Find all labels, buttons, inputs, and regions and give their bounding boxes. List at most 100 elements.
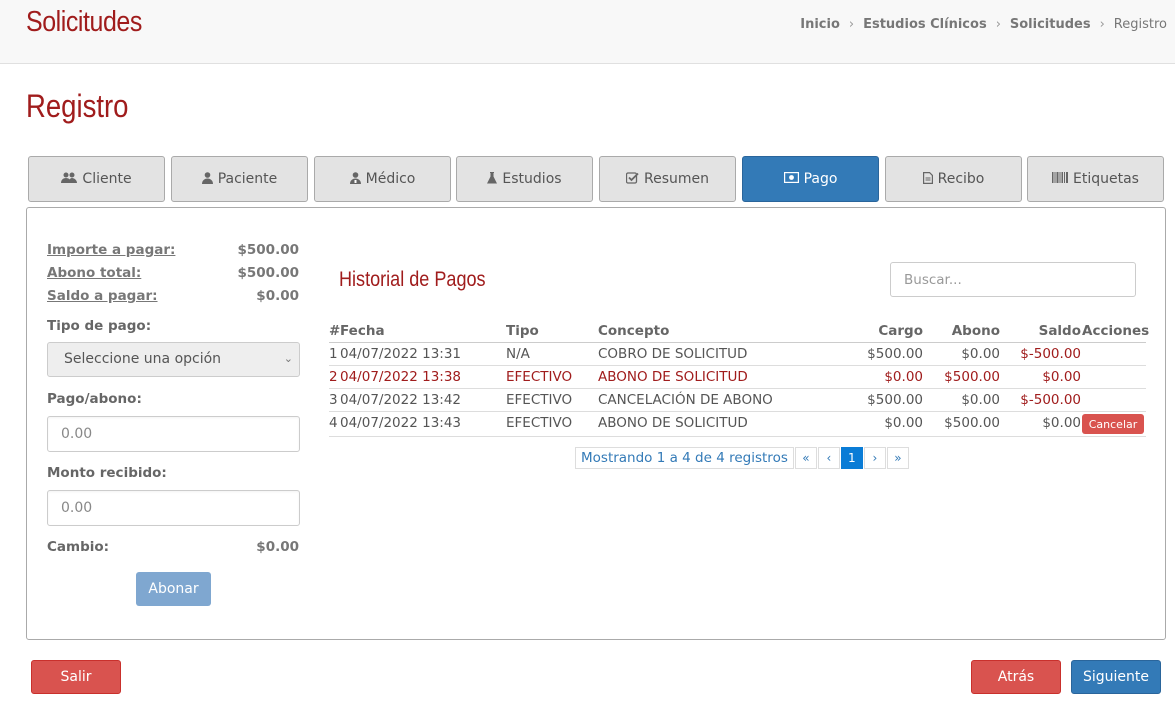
tipo-pago-label: Tipo de pago: [47,318,152,334]
cell-concepto: ABONO DE SOLICITUD [598,369,748,385]
cell-cargo: $500.00 [867,392,923,408]
breadcrumb-separator: › [995,17,1001,32]
col-acciones: Acciones [1082,323,1150,339]
cell-saldo: $0.00 [1042,369,1081,385]
monto-recibido-label: Monto recibido: [47,465,167,481]
pago-abono-label: Pago/abono: [47,391,142,407]
cell-abono: $0.00 [961,392,1000,408]
tab-pago[interactable]: Pago [742,156,879,202]
tab-etiquetas[interactable]: Etiquetas [1027,156,1164,202]
money-icon [783,172,799,186]
saldo-label: Saldo a pagar: [47,288,158,304]
tab-cliente[interactable]: Cliente [28,156,165,202]
last-page-button[interactable]: » [886,447,909,469]
tab-label: Médico [365,171,416,187]
flask-icon [487,171,498,187]
cell-tipo: N/A [506,346,530,362]
col-abono[interactable]: Abono [952,323,1000,339]
monto-recibido-value: 0.00 [61,500,93,516]
pagination: Mostrando 1 a 4 de 4 registros « ‹ 1 › » [575,447,909,469]
tipo-pago-select[interactable]: Seleccione una opción ⌄ [47,342,300,377]
users-icon [61,172,78,187]
breadcrumb-separator: › [1099,17,1105,32]
cell-cargo: $0.00 [884,369,923,385]
table-row: 1 04/07/2022 13:31 N/A COBRO DE SOLICITU… [329,343,1146,366]
abono-total-label: Abono total: [47,265,142,281]
col-cargo[interactable]: Cargo [878,323,923,339]
breadcrumb-inicio[interactable]: Inicio [800,17,840,32]
cambio-value: $0.00 [256,539,299,555]
cell-saldo: $0.00 [1042,415,1081,431]
cell-fecha: 04/07/2022 13:43 [340,415,462,431]
tab-recibo[interactable]: Recibo [885,156,1022,202]
tab-label: Resumen [643,171,709,187]
tab-label: Paciente [217,171,278,187]
tab-label: Estudios [502,171,562,187]
cell-tipo: EFECTIVO [506,392,573,408]
breadcrumb-registro: Registro [1113,17,1167,32]
pagination-info: Mostrando 1 a 4 de 4 registros [575,447,794,469]
cell-concepto: COBRO DE SOLICITUD [598,346,748,362]
prev-page-button[interactable]: ‹ [817,447,840,469]
col-tipo[interactable]: Tipo [506,323,539,339]
breadcrumb-estudios[interactable]: Estudios Clínicos [863,17,987,32]
search-input[interactable]: Buscar... [890,262,1136,297]
salir-button[interactable]: Salir [31,660,121,694]
barcode-icon [1052,172,1069,186]
cell-fecha: 04/07/2022 13:38 [340,369,462,385]
table-row: 4 04/07/2022 13:43 EFECTIVO ABONO DE SOL… [329,412,1146,437]
cell-abono: $500.00 [944,415,1000,431]
next-page-button[interactable]: › [863,447,886,469]
cell-cargo: $500.00 [867,346,923,362]
page-title: Registro [26,88,129,124]
tab-medico[interactable]: Médico [314,156,451,202]
table-row: 2 04/07/2022 13:38 EFECTIVO ABONO DE SOL… [329,366,1146,389]
breadcrumb-separator: › [848,17,855,32]
tab-resumen[interactable]: Resumen [599,156,736,202]
cell-fecha: 04/07/2022 13:31 [340,346,462,362]
cambio-label: Cambio: [47,539,110,555]
abonar-button[interactable]: Abonar [136,572,211,606]
cell-concepto: ABONO DE SOLICITUD [598,415,748,431]
doctor-icon [349,171,361,187]
page-1-button[interactable]: 1 [840,447,863,469]
tab-label: Cliente [82,171,132,187]
cell-num: 3 [329,392,338,408]
cell-concepto: CANCELACIÓN DE ABONO [598,392,773,408]
col-num[interactable]: # [329,323,340,339]
cell-saldo: $-500.00 [1020,346,1081,362]
tab-estudios[interactable]: Estudios [456,156,593,202]
importe-value: $500.00 [237,242,300,258]
cell-num: 4 [329,415,338,431]
historial-title: Historial de Pagos [339,268,486,291]
file-icon [922,171,933,187]
summary-saldo: Saldo a pagar: $0.00 [47,288,299,304]
tab-label: Etiquetas [1073,171,1139,187]
wizard-tabs: Cliente Paciente Médico Estudios Resumen… [28,156,1164,202]
cell-abono: $500.00 [944,369,1000,385]
breadcrumb-solicitudes[interactable]: Solicitudes [1010,17,1091,32]
cancelar-button[interactable]: Cancelar [1082,414,1144,434]
summary-abono: Abono total: $500.00 [47,265,299,281]
saldo-value: $0.00 [256,288,299,304]
col-fecha[interactable]: Fecha [340,323,385,339]
atras-button[interactable]: Atrás [971,660,1061,694]
table-header: # Fecha Tipo Concepto Cargo Abono Saldo … [329,320,1150,343]
tab-paciente[interactable]: Paciente [171,156,308,202]
siguiente-button[interactable]: Siguiente [1071,660,1161,694]
cell-tipo: EFECTIVO [506,369,573,385]
tipo-pago-value: Seleccione una opción [64,351,222,367]
first-page-button[interactable]: « [794,447,817,469]
col-concepto[interactable]: Concepto [598,323,669,339]
cell-saldo: $-500.00 [1020,392,1081,408]
monto-recibido-input[interactable]: 0.00 [47,490,300,526]
pago-abono-input[interactable]: 0.00 [47,416,300,452]
cell-tipo: EFECTIVO [506,415,573,431]
table-row: 3 04/07/2022 13:42 EFECTIVO CANCELACIÓN … [329,389,1146,412]
importe-label: Importe a pagar: [47,242,176,258]
check-square-icon [625,171,639,187]
col-saldo[interactable]: Saldo [1039,323,1081,339]
breadcrumb: Inicio › Estudios Clínicos › Solicitudes… [800,17,1167,32]
top-bar: Solicitudes Inicio › Estudios Clínicos ›… [0,0,1175,64]
chevron-down-icon: ⌄ [283,352,293,365]
